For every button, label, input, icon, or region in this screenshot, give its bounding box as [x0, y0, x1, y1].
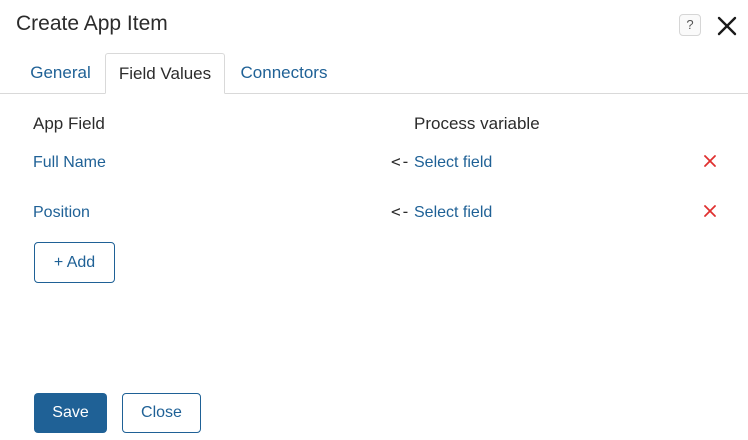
- table-row: Full Name <- Select field: [0, 150, 748, 180]
- tab-field-values[interactable]: Field Values: [105, 53, 225, 94]
- save-button[interactable]: Save: [34, 393, 107, 433]
- mapping-arrow: <-: [391, 202, 411, 221]
- remove-icon: [704, 205, 716, 217]
- remove-row-button[interactable]: [702, 203, 718, 219]
- process-variable-header: Process variable: [414, 114, 540, 133]
- remove-row-button[interactable]: [702, 153, 718, 169]
- help-button[interactable]: ?: [679, 14, 701, 36]
- close-dialog-button[interactable]: [714, 13, 740, 39]
- remove-icon: [704, 155, 716, 167]
- close-button[interactable]: Close: [122, 393, 201, 433]
- close-icon: [717, 16, 737, 36]
- tab-bar: General Field Values Connectors: [0, 53, 748, 94]
- mapping-arrow: <-: [391, 152, 411, 171]
- table-row: Position <- Select field: [0, 200, 748, 230]
- app-field-header: App Field: [33, 114, 105, 133]
- select-field-link[interactable]: Select field: [414, 204, 492, 222]
- help-icon: ?: [686, 17, 694, 32]
- dialog-title: Create App Item: [16, 12, 168, 35]
- tab-connectors[interactable]: Connectors: [225, 53, 343, 94]
- select-field-link[interactable]: Select field: [414, 154, 492, 172]
- app-field-link[interactable]: Position: [33, 204, 90, 222]
- tab-general[interactable]: General: [16, 53, 105, 94]
- add-row-button[interactable]: + Add: [34, 242, 115, 283]
- app-field-link[interactable]: Full Name: [33, 154, 106, 172]
